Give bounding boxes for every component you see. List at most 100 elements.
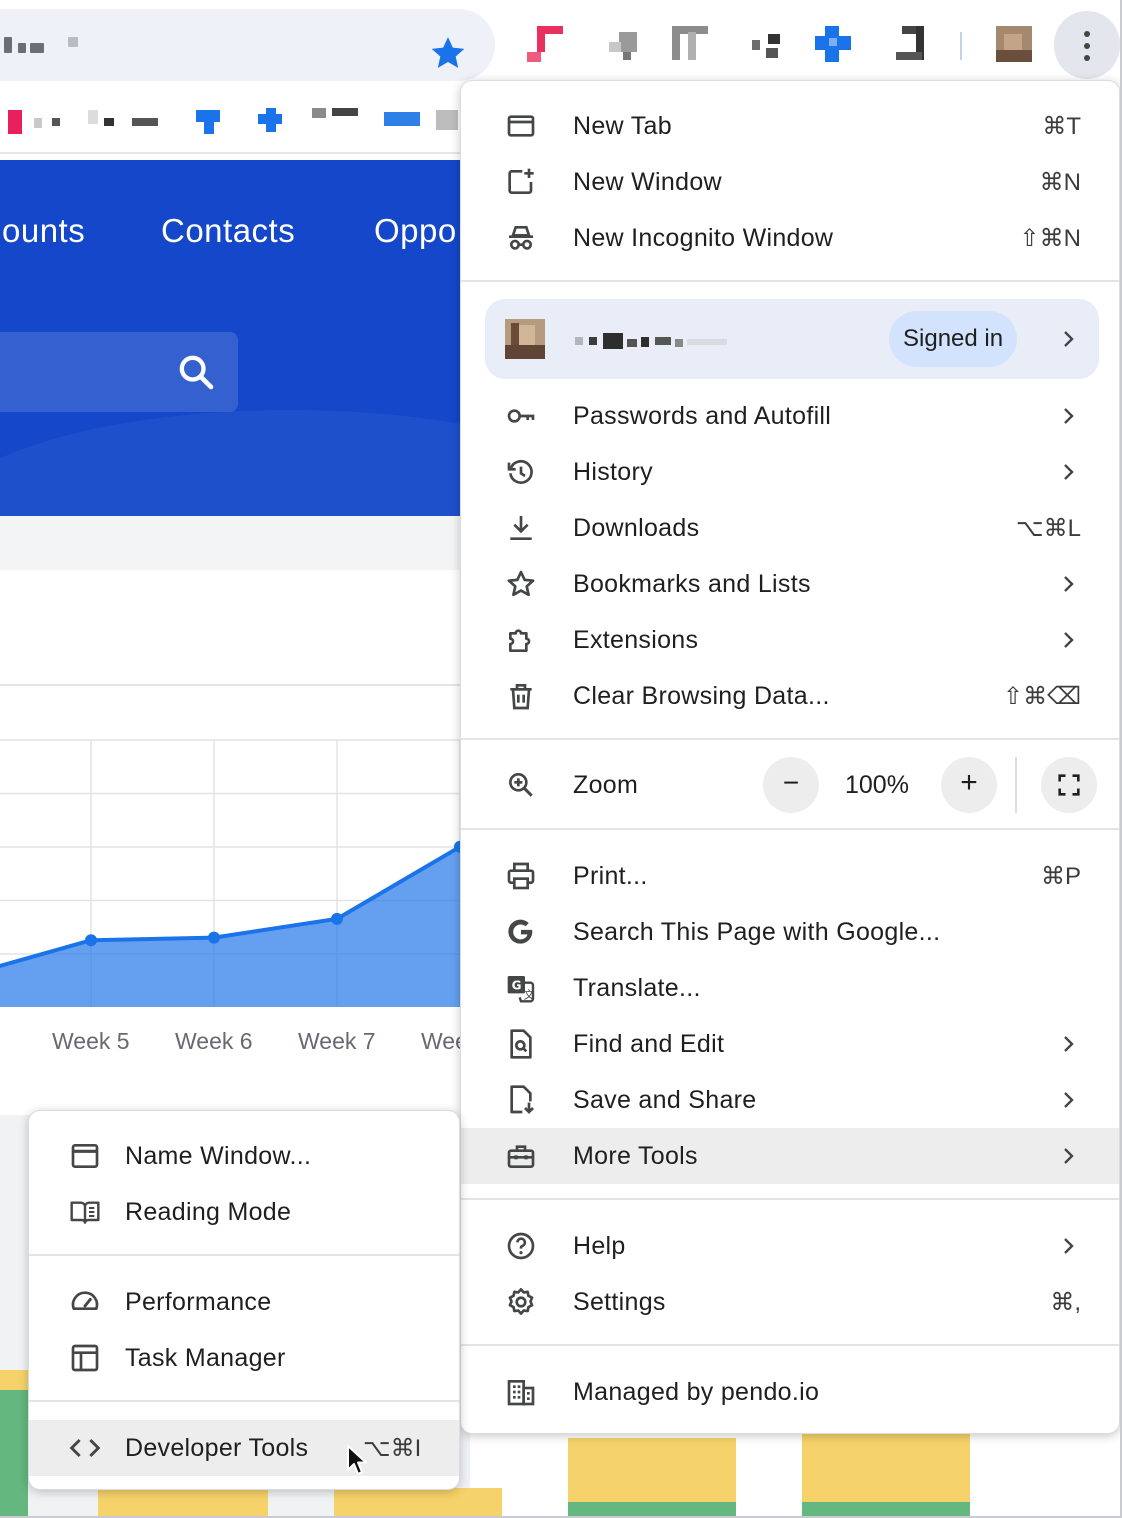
data-point bbox=[85, 934, 97, 947]
menu-search-page-google[interactable]: Search This Page with Google... bbox=[461, 904, 1119, 960]
menu-extensions[interactable]: Extensions bbox=[461, 612, 1119, 668]
chevron-right-icon bbox=[1064, 632, 1074, 648]
toolbox-icon bbox=[507, 1145, 535, 1168]
key-icon bbox=[507, 409, 535, 423]
avatar bbox=[505, 319, 545, 359]
submenu-name-window[interactable]: Name Window... bbox=[29, 1128, 459, 1184]
submenu-developer-tools[interactable]: Developer Tools ⌥⌘I bbox=[29, 1420, 459, 1476]
speedometer-icon bbox=[71, 1291, 99, 1310]
puzzle-icon bbox=[509, 629, 531, 652]
menu-managed-by[interactable]: Managed by pendo.io bbox=[461, 1364, 1119, 1420]
zoom-icon bbox=[509, 773, 533, 797]
building-icon bbox=[507, 1380, 535, 1406]
menu-shortcut: ⌘P bbox=[1040, 863, 1081, 890]
menu-downloads[interactable]: Downloads ⌥⌘L bbox=[461, 500, 1119, 556]
search-icon[interactable] bbox=[176, 352, 216, 392]
profile-row[interactable]: Signed in bbox=[485, 299, 1099, 379]
bookmark-item[interactable] bbox=[312, 108, 326, 118]
submenu-task-manager[interactable]: Task Manager bbox=[29, 1330, 459, 1386]
search-input[interactable] bbox=[0, 332, 238, 412]
address-bar[interactable] bbox=[0, 9, 495, 81]
window-icon bbox=[71, 1144, 99, 1168]
menu-print[interactable]: Print... ⌘P bbox=[461, 848, 1119, 904]
menu-label: Passwords and Autofill bbox=[573, 402, 832, 430]
menu-divider bbox=[461, 738, 1119, 740]
svg-text:G: G bbox=[512, 978, 522, 992]
menu-new-incognito-window[interactable]: New Incognito Window ⇧⌘N bbox=[461, 210, 1119, 266]
menu-bookmarks-and-lists[interactable]: Bookmarks and Lists bbox=[461, 556, 1119, 612]
extension-icon[interactable] bbox=[527, 26, 563, 62]
incognito-icon bbox=[509, 226, 533, 250]
submenu-divider bbox=[29, 1400, 459, 1402]
code-icon bbox=[69, 1438, 101, 1458]
submenu-reading-mode[interactable]: Reading Mode bbox=[29, 1184, 459, 1240]
bookmark-item[interactable] bbox=[384, 112, 420, 126]
browser-toolbar bbox=[0, 0, 1122, 90]
submenu-performance[interactable]: Performance bbox=[29, 1274, 459, 1330]
extension-icon[interactable] bbox=[672, 26, 708, 62]
menu-divider bbox=[461, 828, 1119, 830]
extension-icon[interactable] bbox=[752, 26, 788, 62]
chart-topline bbox=[0, 684, 470, 686]
url-text-blurred bbox=[4, 37, 12, 53]
menu-divider bbox=[461, 1198, 1119, 1200]
menu-passwords-and-autofill[interactable]: Passwords and Autofill bbox=[461, 388, 1119, 444]
google-icon bbox=[508, 919, 533, 944]
bookmarks-bar bbox=[0, 92, 470, 154]
nav-link-accounts[interactable]: ounts bbox=[2, 212, 85, 250]
profile-name-blurred bbox=[575, 333, 727, 349]
menu-translate[interactable]: G文 Translate... bbox=[461, 960, 1119, 1016]
menu-help[interactable]: Help bbox=[461, 1218, 1119, 1274]
chrome-menu-button[interactable] bbox=[1054, 11, 1120, 79]
profile-avatar[interactable] bbox=[996, 26, 1032, 62]
fullscreen-button[interactable] bbox=[1041, 757, 1097, 813]
bookmark-item[interactable] bbox=[8, 110, 22, 134]
menu-shortcut: ⇧⌘N bbox=[1019, 225, 1081, 252]
chevron-right-icon bbox=[1064, 408, 1074, 424]
menu-label: Search This Page with Google... bbox=[573, 918, 941, 946]
area-fill bbox=[0, 846, 460, 1007]
menu-save-and-share[interactable]: Save and Share bbox=[461, 1072, 1119, 1128]
menu-label: Clear Browsing Data... bbox=[573, 682, 830, 710]
menu-more-tools[interactable]: More Tools bbox=[461, 1128, 1119, 1184]
decorative-wave bbox=[0, 410, 470, 516]
chevron-right-icon bbox=[1064, 576, 1074, 592]
bar-segment bbox=[568, 1438, 736, 1502]
gear-icon bbox=[508, 1288, 534, 1315]
bookmark-item[interactable] bbox=[88, 110, 98, 124]
menu-new-window[interactable]: New Window ⌘N bbox=[461, 154, 1119, 210]
menu-label: Managed by pendo.io bbox=[573, 1378, 820, 1406]
menu-label: Extensions bbox=[573, 626, 699, 654]
submenu-label: Performance bbox=[125, 1288, 272, 1316]
nav-link-opportunities[interactable]: Oppo bbox=[374, 212, 457, 250]
menu-label: Help bbox=[573, 1232, 626, 1260]
menu-clear-browsing-data[interactable]: Clear Browsing Data... ⇧⌘⌫ bbox=[461, 668, 1119, 724]
chevron-right-icon bbox=[1064, 464, 1074, 480]
chevron-right-icon bbox=[1064, 1092, 1074, 1108]
extension-icon[interactable] bbox=[605, 26, 641, 62]
submenu-label: Developer Tools bbox=[125, 1434, 309, 1462]
extension-icon[interactable] bbox=[815, 26, 851, 62]
menu-label: History bbox=[573, 458, 653, 486]
x-tick-label: Week 6 bbox=[175, 1028, 253, 1054]
menu-divider bbox=[461, 280, 1119, 282]
submenu-shortcut: ⌥⌘I bbox=[363, 1435, 422, 1462]
menu-history[interactable]: History bbox=[461, 444, 1119, 500]
translate-icon: G文 bbox=[507, 976, 535, 1003]
menu-settings[interactable]: Settings ⌘, bbox=[461, 1274, 1119, 1330]
zoom-out-label: − bbox=[782, 767, 800, 798]
menu-find-and-edit[interactable]: Find and Edit bbox=[461, 1016, 1119, 1072]
new-window-icon bbox=[508, 168, 534, 194]
menu-new-tab[interactable]: New Tab ⌘T bbox=[461, 98, 1119, 154]
nav-link-contacts[interactable]: Contacts bbox=[161, 212, 295, 250]
mouse-cursor-icon bbox=[347, 1445, 367, 1475]
zoom-out-button[interactable]: − bbox=[763, 757, 819, 813]
menu-label: Zoom bbox=[573, 771, 639, 799]
chevron-right-icon bbox=[1064, 1148, 1074, 1164]
menu-label: New Tab bbox=[573, 112, 672, 140]
find-icon bbox=[510, 1029, 532, 1059]
zoom-in-button[interactable]: + bbox=[941, 757, 997, 813]
bookmark-star-icon[interactable] bbox=[428, 33, 468, 73]
extension-icon[interactable] bbox=[892, 26, 928, 62]
menu-shortcut: ⇧⌘⌫ bbox=[1002, 683, 1081, 710]
